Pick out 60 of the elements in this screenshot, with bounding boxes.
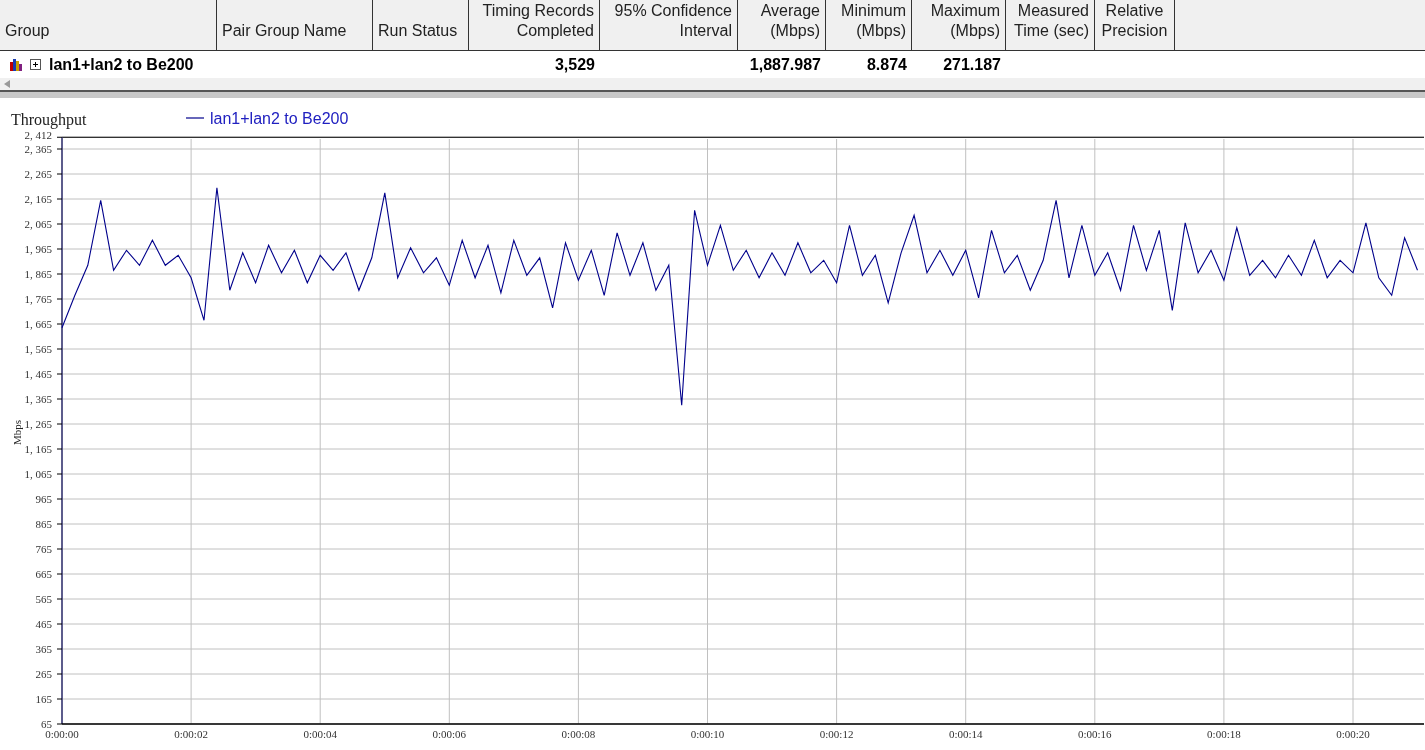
x-tick-label: 0:00:08 [561, 728, 596, 740]
x-tick-label: 0:00:18 [1207, 728, 1241, 740]
x-tick-label: 0:00:12 [819, 728, 854, 740]
y-tick-label: 1, 465 [24, 368, 52, 380]
y-tick-label: 465 [35, 618, 52, 630]
legend-label: lan1+lan2 to Be200 [210, 110, 349, 127]
y-tick-label: 2, 065 [24, 218, 52, 230]
y-tick-label: 765 [35, 543, 52, 555]
y-tick-label: 365 [35, 643, 52, 655]
column-header[interactable]: Measured Time (sec) [1006, 0, 1095, 50]
y-tick-label: 265 [35, 668, 52, 680]
x-tick-label: 0:00:16 [1078, 728, 1112, 740]
horizontal-scrollbar[interactable] [0, 78, 1425, 90]
column-header[interactable]: Minimum (Mbps) [826, 0, 912, 50]
expand-icon[interactable] [30, 59, 41, 70]
column-header[interactable]: Relative Precision [1095, 0, 1175, 50]
y-tick-label: 1, 065 [24, 468, 52, 480]
y-tick-label: 665 [35, 568, 52, 580]
y-tick-label: 1, 865 [24, 268, 52, 280]
splitter-bar[interactable] [0, 90, 1425, 98]
table-cell-text: 8.874 [866, 54, 907, 75]
table-cell-text: 1,887.987 [749, 54, 821, 75]
column-header[interactable]: Group [0, 0, 217, 50]
y-tick-label: 165 [35, 693, 52, 705]
chart-title: Throughput [11, 111, 87, 128]
y-tick-label: 1, 765 [24, 293, 52, 305]
scroll-left-icon[interactable] [4, 80, 10, 88]
y-tick-label: 65 [41, 718, 52, 730]
y-axis-label: Mbps [11, 419, 23, 445]
x-tick-label: 0:00:14 [948, 728, 983, 740]
x-tick-label: 0:00:06 [432, 728, 467, 740]
column-header[interactable]: Timing Records Completed [469, 0, 600, 50]
y-tick-label: 2, 265 [24, 168, 52, 180]
y-tick-label: 565 [35, 593, 52, 605]
y-tick-label: 865 [35, 518, 52, 530]
table-cell-text: lan1+lan2 to Be200 [49, 54, 194, 75]
y-tick-label: 2, 165 [24, 193, 52, 205]
x-tick-label: 0:00:02 [174, 728, 208, 740]
column-header[interactable]: Average (Mbps) [738, 0, 826, 50]
bar-chart-icon [10, 58, 22, 71]
y-tick-label: 1, 965 [24, 243, 52, 255]
x-tick-label: 0:00:00 [45, 728, 79, 740]
y-tick-label: 965 [35, 493, 52, 505]
column-header[interactable]: Run Status [373, 0, 469, 50]
x-tick-label: 0:00:10 [690, 728, 725, 740]
column-header[interactable]: Pair Group Name [217, 0, 373, 50]
table-cell-text: 271.187 [943, 54, 1001, 75]
y-tick-label: 1, 365 [24, 393, 52, 405]
table-cell-text: 3,529 [554, 54, 595, 75]
legend-line [185, 117, 205, 119]
y-tick-label: 1, 665 [24, 318, 52, 330]
y-tick-label: 2, 412 [24, 129, 52, 142]
column-header[interactable]: 95% Confidence Interval [600, 0, 738, 50]
y-tick-label: 2, 365 [24, 143, 52, 155]
y-tick-label: 1, 565 [24, 343, 52, 355]
y-tick-label: 1, 265 [24, 418, 52, 430]
column-header[interactable]: Maximum (Mbps) [912, 0, 1006, 50]
x-tick-label: 0:00:20 [1336, 728, 1370, 740]
x-tick-label: 0:00:04 [303, 728, 337, 740]
y-tick-label: 1, 165 [24, 443, 52, 455]
